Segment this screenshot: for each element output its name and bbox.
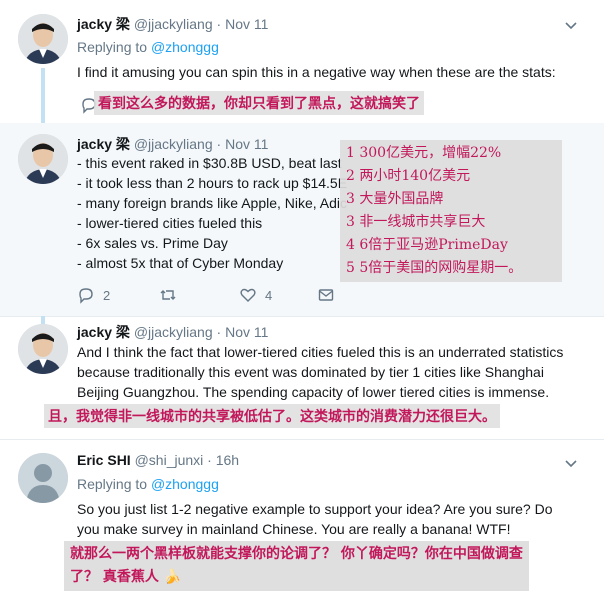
display-name[interactable]: jacky 梁 (77, 136, 130, 152)
tweet-header: jacky 梁 @jjackyliang · Nov 11 (77, 322, 268, 342)
like-button[interactable]: 4 (239, 285, 272, 305)
mention-link[interactable]: @zhonggg (151, 476, 219, 492)
thread-line (41, 68, 45, 123)
tweet-1[interactable]: jacky 梁 @jjackyliang · Nov 11 Replying t… (0, 0, 604, 124)
translation-overlay: 且，我觉得非一线城市的共享被低估了。这类城市的消费潜力还很巨大。 (44, 404, 500, 428)
overlay-line: 了？ 真香蕉人 🍌 (70, 569, 182, 585)
user-handle[interactable]: @jjackyliang (134, 324, 213, 340)
tweet-text-line: Beijing Guangzhou. The spending capacity… (77, 384, 550, 400)
tweet-text-line: So you just list 1-2 negative example to… (77, 501, 553, 517)
user-handle[interactable]: @jjackyliang (134, 136, 213, 152)
overlay-line: 2 两小时140亿美元 (346, 168, 471, 184)
display-name[interactable]: jacky 梁 (77, 324, 130, 340)
reply-count: 2 (103, 287, 111, 303)
tweet-text: I find it amusing you can spin this in a… (77, 64, 556, 80)
overlay-line: 3 非一线城市共享巨大 (346, 214, 486, 230)
tweet-text-line: - this event raked in $30.8B USD, beat l… (77, 155, 342, 171)
tweet-3[interactable]: jacky 梁 @jjackyliang · Nov 11 And I thin… (0, 316, 604, 440)
avatar[interactable] (18, 134, 68, 184)
user-handle[interactable]: @jjackyliang (134, 16, 213, 32)
avatar[interactable] (18, 453, 68, 503)
retweet-button[interactable] (159, 285, 185, 305)
tweet-text-line: - lower-tiered cities fueled this (77, 215, 263, 231)
user-handle[interactable]: @shi_junxi (135, 452, 204, 468)
envelope-icon (318, 289, 334, 301)
tweet-header: Eric SHI @shi_junxi · 16h (77, 452, 239, 468)
tweet-2[interactable]: jacky 梁 @jjackyliang · Nov 11 - this eve… (0, 123, 604, 317)
tweet-text-line: - almost 5x that of Cyber Monday (77, 255, 284, 271)
overlay-line: 4 6倍于亚马逊PrimeDay (346, 237, 508, 253)
thread-line (41, 316, 45, 324)
tweet-header: jacky 梁 @jjackyliang · Nov 11 (77, 134, 268, 154)
replying-to: Replying to @zhonggg (77, 39, 219, 55)
like-count: 4 (265, 287, 273, 303)
translation-overlay: 就那么一两个黑样板就能支撑你的论调了？ 你丫确定吗？你在中国做调查 了？ 真香蕉… (64, 541, 529, 591)
overlay-line: 3 大量外国品牌 (346, 191, 444, 207)
overlay-line: 1 300亿美元，增幅22% (346, 145, 502, 161)
tweet-text-line: because traditionally this event was dom… (77, 364, 544, 380)
translation-overlay: 1 300亿美元，增幅22% 2 两小时140亿美元 3 大量外国品牌 3 非一… (340, 140, 562, 282)
tweet-4[interactable]: Eric SHI @shi_junxi · 16h Replying to @z… (0, 439, 604, 602)
timestamp[interactable]: Nov 11 (225, 16, 268, 32)
avatar[interactable] (18, 324, 68, 374)
retweet-icon (160, 290, 176, 300)
tweet-header: jacky 梁 @jjackyliang · Nov 11 (77, 14, 268, 34)
chevron-down-icon[interactable] (564, 456, 578, 470)
tweet-text-line: - it took less than 2 hours to rack up $… (77, 175, 348, 191)
replying-prefix: Replying to (77, 39, 151, 55)
replying-prefix: Replying to (77, 476, 151, 492)
tweet-text-line: - 6x sales vs. Prime Day (77, 235, 228, 251)
overlay-line: 5 5倍于美国的网购星期一。 (346, 260, 523, 276)
display-name[interactable]: Eric SHI (77, 452, 131, 468)
heart-icon (240, 288, 256, 302)
tweet-text-line: And I think the fact that lower-tiered c… (77, 344, 564, 360)
separator-dot: · (216, 16, 222, 32)
translation-overlay: 看到这么多的数据，你却只看到了黑点，这就搞笑了 (94, 91, 424, 115)
overlay-line: 就那么一两个黑样板就能支撑你的论调了？ 你丫确定吗？你在中国做调查 (70, 546, 523, 562)
dm-button[interactable] (317, 285, 335, 305)
separator-dot: · (216, 136, 222, 152)
tweet-text-line: you make survey in mainland Chinese. You… (77, 521, 511, 537)
reply-icon (79, 288, 93, 304)
separator-dot: · (216, 324, 222, 340)
separator-dot: · (207, 452, 212, 468)
replying-to: Replying to @zhonggg (77, 476, 219, 492)
chevron-down-icon[interactable] (564, 18, 578, 32)
avatar[interactable] (18, 14, 68, 64)
timestamp[interactable]: Nov 11 (225, 136, 268, 152)
timestamp[interactable]: 16h (216, 452, 239, 468)
timestamp[interactable]: Nov 11 (225, 324, 268, 340)
display-name[interactable]: jacky 梁 (77, 16, 130, 32)
mention-link[interactable]: @zhonggg (151, 39, 219, 55)
reply-button[interactable]: 2 (77, 285, 110, 305)
tweet-text-line: - many foreign brands like Apple, Nike, … (77, 195, 348, 211)
